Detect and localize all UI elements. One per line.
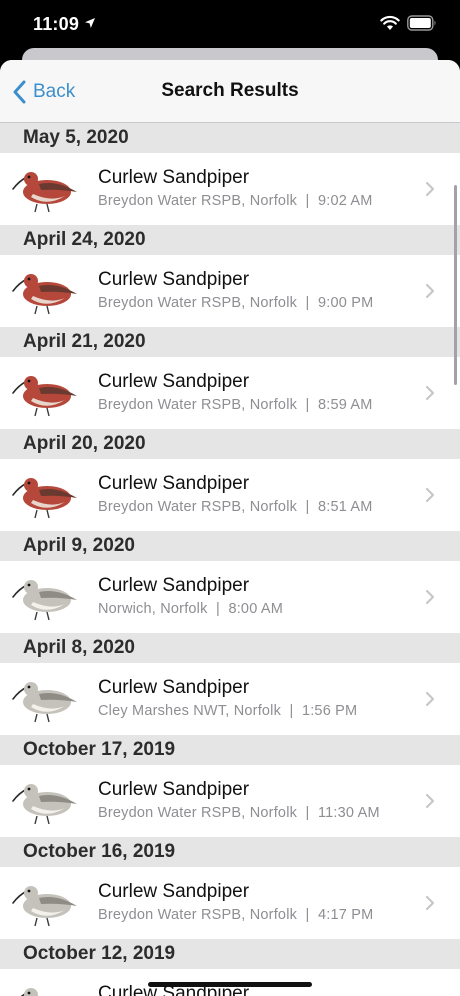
status-time: 11:09 [33,14,80,34]
section-header: April 21, 2020 [0,327,460,357]
species-name: Curlew Sandpiper [98,575,250,596]
section-header: April 8, 2020 [0,633,460,663]
bird-illustration [11,674,81,724]
navigation-bar: Back Search Results [0,60,460,123]
bird-illustration [11,878,81,928]
species-name: Curlew Sandpiper [98,269,250,290]
status-bar: 11:09 [0,0,460,50]
location-time: Norwich, Norfolk | 8:00 AM [98,601,284,617]
section-header: October 16, 2019 [0,837,460,867]
section-header: April 9, 2020 [0,531,460,561]
result-row[interactable]: Curlew Sandpiper Breydon Water RSPB, Norf… [0,357,460,429]
bird-illustration [11,572,81,622]
home-indicator[interactable] [148,982,312,987]
section-header: April 20, 2020 [0,429,460,459]
result-row[interactable]: Curlew Sandpiper Breydon Water RSPB, Norf… [0,459,460,531]
page-title: Search Results [161,80,299,101]
bird-illustration [11,980,81,996]
species-name: Curlew Sandpiper [98,167,250,188]
location-time: Breydon Water RSPB, Norfolk | 11:30 AM [98,805,380,821]
battery-icon [407,15,436,31]
location-time: Breydon Water RSPB, Norfolk | 8:51 AM [98,499,373,515]
result-row[interactable]: Curlew Sandpiper Breydon Water RSPB, Norf… [0,255,460,327]
bird-illustration [11,368,81,418]
section-header: October 12, 2019 [0,939,460,969]
bird-illustration [11,266,81,316]
result-row[interactable]: Curlew Sandpiper Norwich, Norfolk | 8:00 … [0,561,460,633]
chevron-right-icon [425,487,435,503]
result-row[interactable]: Curlew Sandpiper Breydon Water RSPB, Norf… [0,867,460,939]
result-row[interactable]: Curlew Sandpiper Cley Marshes NWT, Norfol… [0,663,460,735]
results-list[interactable]: May 5, 2020 Curlew Sandpiper Breydon Water… [0,123,460,996]
section-header: April 24, 2020 [0,225,460,255]
chevron-right-icon [425,895,435,911]
location-time: Breydon Water RSPB, Norfolk | 9:02 AM [98,193,373,209]
species-name: Curlew Sandpiper [98,881,250,902]
chevron-right-icon [425,385,435,401]
species-name: Curlew Sandpiper [98,779,250,800]
result-row[interactable]: Curlew Sandpiper Breydon Water RSPB, Norf… [0,153,460,225]
search-results-sheet: Back Search Results May 5, 2020 Curlew Sa… [0,60,460,996]
species-name: Curlew Sandpiper [98,473,250,494]
chevron-right-icon [425,691,435,707]
bird-illustration [11,470,81,520]
species-name: Curlew Sandpiper [98,677,250,698]
wifi-icon [380,15,400,30]
species-name: Curlew Sandpiper [98,371,250,392]
bird-illustration [11,164,81,214]
location-time: Cley Marshes NWT, Norfolk | 1:56 PM [98,703,358,719]
location-time: Breydon Water RSPB, Norfolk | 4:17 PM [98,907,374,923]
chevron-right-icon [425,283,435,299]
chevron-right-icon [425,793,435,809]
location-time: Breydon Water RSPB, Norfolk | 9:00 PM [98,295,374,311]
section-header: May 5, 2020 [0,123,460,153]
chevron-right-icon [425,589,435,605]
chevron-right-icon [425,181,435,197]
result-row[interactable]: Curlew Sandpiper Breydon Water RSPB, Norf… [0,765,460,837]
bird-illustration [11,776,81,826]
location-arrow-icon [85,18,95,28]
scroll-indicator[interactable] [454,185,457,385]
section-header: October 17, 2019 [0,735,460,765]
location-time: Breydon Water RSPB, Norfolk | 8:59 AM [98,397,373,413]
